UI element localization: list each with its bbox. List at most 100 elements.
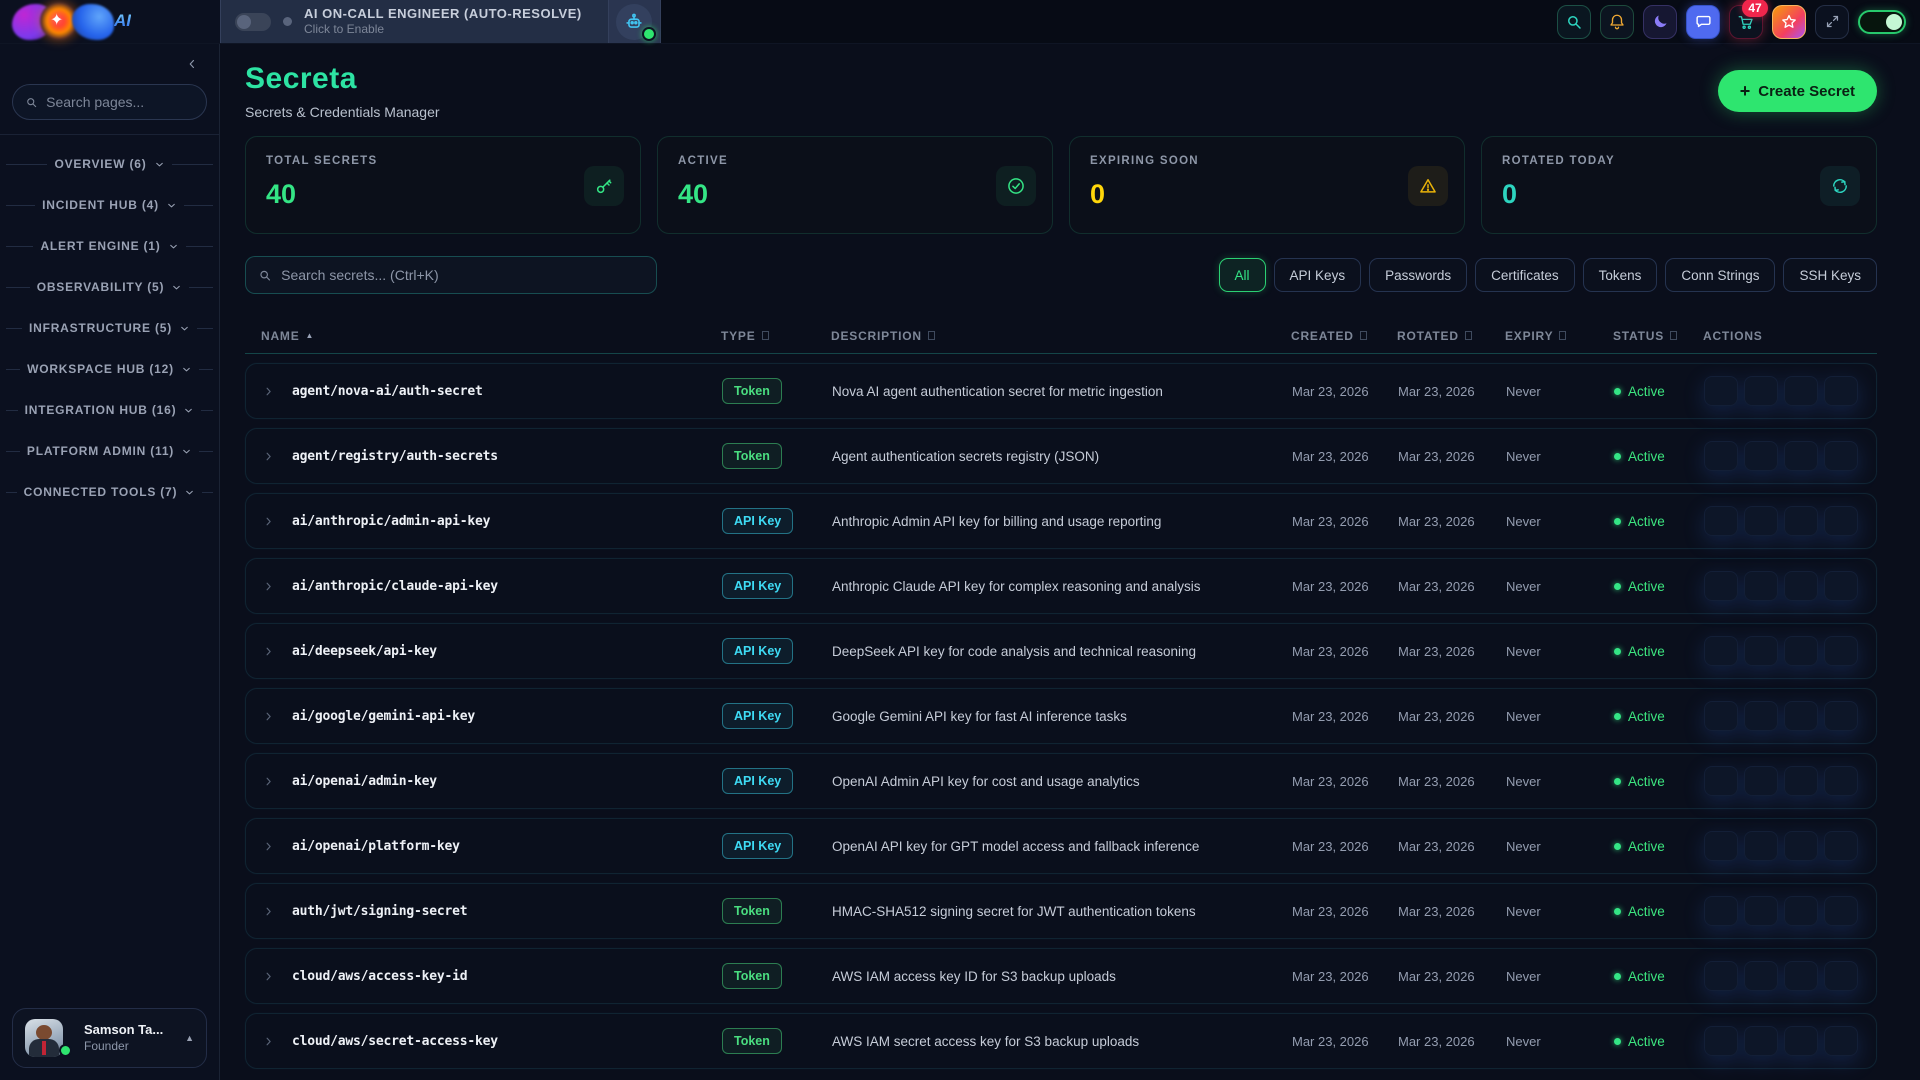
row-action-button[interactable] bbox=[1704, 506, 1738, 536]
column-header-status[interactable]: STATUS bbox=[1613, 329, 1703, 343]
row-action-button[interactable] bbox=[1704, 701, 1738, 731]
row-expand-chevron-icon[interactable] bbox=[262, 515, 292, 528]
filter-tab-all[interactable]: All bbox=[1219, 258, 1266, 292]
row-action-button[interactable] bbox=[1704, 571, 1738, 601]
sidebar-section-platform-admin-11[interactable]: PLATFORM ADMIN (11) bbox=[0, 444, 219, 458]
column-header-description[interactable]: DESCRIPTION bbox=[831, 329, 1291, 343]
row-expand-chevron-icon[interactable] bbox=[262, 1035, 292, 1048]
dark-mode-moon-button[interactable] bbox=[1643, 5, 1677, 39]
table-row[interactable]: ai/anthropic/claude-api-key API Key Anth… bbox=[245, 558, 1877, 614]
column-header-name[interactable]: NAME▲ bbox=[261, 329, 721, 343]
sidebar-section-observability-5[interactable]: OBSERVABILITY (5) bbox=[0, 280, 219, 294]
table-row[interactable]: agent/registry/auth-secrets Token Agent … bbox=[245, 428, 1877, 484]
column-header-rotated[interactable]: ROTATED bbox=[1397, 329, 1505, 343]
row-action-button[interactable] bbox=[1704, 961, 1738, 991]
secrets-search[interactable] bbox=[245, 256, 657, 294]
row-action-button[interactable] bbox=[1824, 766, 1858, 796]
noa-ai-logo[interactable]: ✦ AI bbox=[10, 2, 180, 42]
theme-toggle-on[interactable] bbox=[1858, 10, 1906, 34]
notifications-bell-button[interactable] bbox=[1600, 5, 1634, 39]
fullscreen-expand-button[interactable] bbox=[1815, 5, 1849, 39]
row-action-button[interactable] bbox=[1784, 766, 1818, 796]
filter-tab-tokens[interactable]: Tokens bbox=[1583, 258, 1658, 292]
sidebar-search-input[interactable] bbox=[46, 94, 194, 110]
row-action-button[interactable] bbox=[1704, 636, 1738, 666]
row-action-button[interactable] bbox=[1824, 961, 1858, 991]
table-row[interactable]: ai/deepseek/api-key API Key DeepSeek API… bbox=[245, 623, 1877, 679]
table-row[interactable]: agent/nova-ai/auth-secret Token Nova AI … bbox=[245, 363, 1877, 419]
sidebar-section-workspace-hub-12[interactable]: WORKSPACE HUB (12) bbox=[0, 362, 219, 376]
filter-tab-api-keys[interactable]: API Keys bbox=[1274, 258, 1362, 292]
chat-button[interactable] bbox=[1686, 5, 1720, 39]
row-expand-chevron-icon[interactable] bbox=[262, 450, 292, 463]
row-action-button[interactable] bbox=[1744, 766, 1778, 796]
cart-button[interactable]: 47 bbox=[1729, 5, 1763, 39]
row-action-button[interactable] bbox=[1784, 831, 1818, 861]
row-action-button[interactable] bbox=[1824, 441, 1858, 471]
sidebar-section-infrastructure-5[interactable]: INFRASTRUCTURE (5) bbox=[0, 321, 219, 335]
sidebar-section-integration-hub-16[interactable]: INTEGRATION HUB (16) bbox=[0, 403, 219, 417]
row-action-button[interactable] bbox=[1744, 896, 1778, 926]
row-action-button[interactable] bbox=[1744, 376, 1778, 406]
row-action-button[interactable] bbox=[1824, 1026, 1858, 1056]
row-action-button[interactable] bbox=[1784, 506, 1818, 536]
sidebar-section-overview-6[interactable]: OVERVIEW (6) bbox=[0, 157, 219, 171]
row-action-button[interactable] bbox=[1744, 636, 1778, 666]
sidebar-section-alert-engine-1[interactable]: ALERT ENGINE (1) bbox=[0, 239, 219, 253]
oncall-text[interactable]: AI ON-CALL ENGINEER (AUTO-RESOLVE) Click… bbox=[304, 6, 596, 37]
table-row[interactable]: cloud/aws/secret-access-key Token AWS IA… bbox=[245, 1013, 1877, 1069]
create-secret-button[interactable]: + Create Secret bbox=[1718, 70, 1877, 112]
row-expand-chevron-icon[interactable] bbox=[262, 710, 292, 723]
row-action-button[interactable] bbox=[1704, 896, 1738, 926]
table-row[interactable]: ai/openai/platform-key API Key OpenAI AP… bbox=[245, 818, 1877, 874]
row-action-button[interactable] bbox=[1824, 571, 1858, 601]
row-action-button[interactable] bbox=[1824, 701, 1858, 731]
row-action-button[interactable] bbox=[1784, 1026, 1818, 1056]
row-action-button[interactable] bbox=[1784, 636, 1818, 666]
row-expand-chevron-icon[interactable] bbox=[262, 840, 292, 853]
row-action-button[interactable] bbox=[1784, 376, 1818, 406]
row-action-button[interactable] bbox=[1744, 1026, 1778, 1056]
row-action-button[interactable] bbox=[1784, 896, 1818, 926]
row-action-button[interactable] bbox=[1784, 441, 1818, 471]
row-action-button[interactable] bbox=[1744, 506, 1778, 536]
row-action-button[interactable] bbox=[1824, 896, 1858, 926]
secrets-search-input[interactable] bbox=[281, 267, 644, 283]
table-row[interactable]: cloud/aws/access-key-id Token AWS IAM ac… bbox=[245, 948, 1877, 1004]
row-action-button[interactable] bbox=[1824, 376, 1858, 406]
row-action-button[interactable] bbox=[1744, 441, 1778, 471]
table-row[interactable]: ai/google/gemini-api-key API Key Google … bbox=[245, 688, 1877, 744]
column-header-type[interactable]: TYPE bbox=[721, 329, 831, 343]
user-profile-card[interactable]: Samson Ta... Founder ▲ bbox=[12, 1008, 207, 1068]
search-button[interactable] bbox=[1557, 5, 1591, 39]
row-action-button[interactable] bbox=[1824, 506, 1858, 536]
row-action-button[interactable] bbox=[1704, 831, 1738, 861]
row-action-button[interactable] bbox=[1744, 961, 1778, 991]
row-action-button[interactable] bbox=[1704, 441, 1738, 471]
sidebar-search[interactable] bbox=[12, 84, 207, 120]
sidebar-collapse-icon[interactable] bbox=[185, 57, 199, 71]
row-expand-chevron-icon[interactable] bbox=[262, 905, 292, 918]
row-action-button[interactable] bbox=[1824, 636, 1858, 666]
filter-tab-ssh-keys[interactable]: SSH Keys bbox=[1783, 258, 1877, 292]
row-expand-chevron-icon[interactable] bbox=[262, 645, 292, 658]
table-row[interactable]: ai/anthropic/admin-api-key API Key Anthr… bbox=[245, 493, 1877, 549]
row-expand-chevron-icon[interactable] bbox=[262, 775, 292, 788]
row-expand-chevron-icon[interactable] bbox=[262, 580, 292, 593]
favorites-star-button[interactable] bbox=[1772, 5, 1806, 39]
column-header-created[interactable]: CREATED bbox=[1291, 329, 1397, 343]
row-action-button[interactable] bbox=[1704, 1026, 1738, 1056]
sidebar-section-connected-tools-7[interactable]: CONNECTED TOOLS (7) bbox=[0, 485, 219, 499]
sidebar-section-incident-hub-4[interactable]: INCIDENT HUB (4) bbox=[0, 198, 219, 212]
row-action-button[interactable] bbox=[1704, 376, 1738, 406]
row-action-button[interactable] bbox=[1744, 571, 1778, 601]
filter-tab-certificates[interactable]: Certificates bbox=[1475, 258, 1575, 292]
column-header-expiry[interactable]: EXPIRY bbox=[1505, 329, 1613, 343]
row-expand-chevron-icon[interactable] bbox=[262, 385, 292, 398]
oncall-toggle[interactable] bbox=[235, 13, 271, 31]
robot-assistant-button[interactable] bbox=[608, 0, 660, 43]
row-action-button[interactable] bbox=[1784, 961, 1818, 991]
table-row[interactable]: auth/jwt/signing-secret Token HMAC-SHA51… bbox=[245, 883, 1877, 939]
row-action-button[interactable] bbox=[1824, 831, 1858, 861]
row-action-button[interactable] bbox=[1744, 831, 1778, 861]
